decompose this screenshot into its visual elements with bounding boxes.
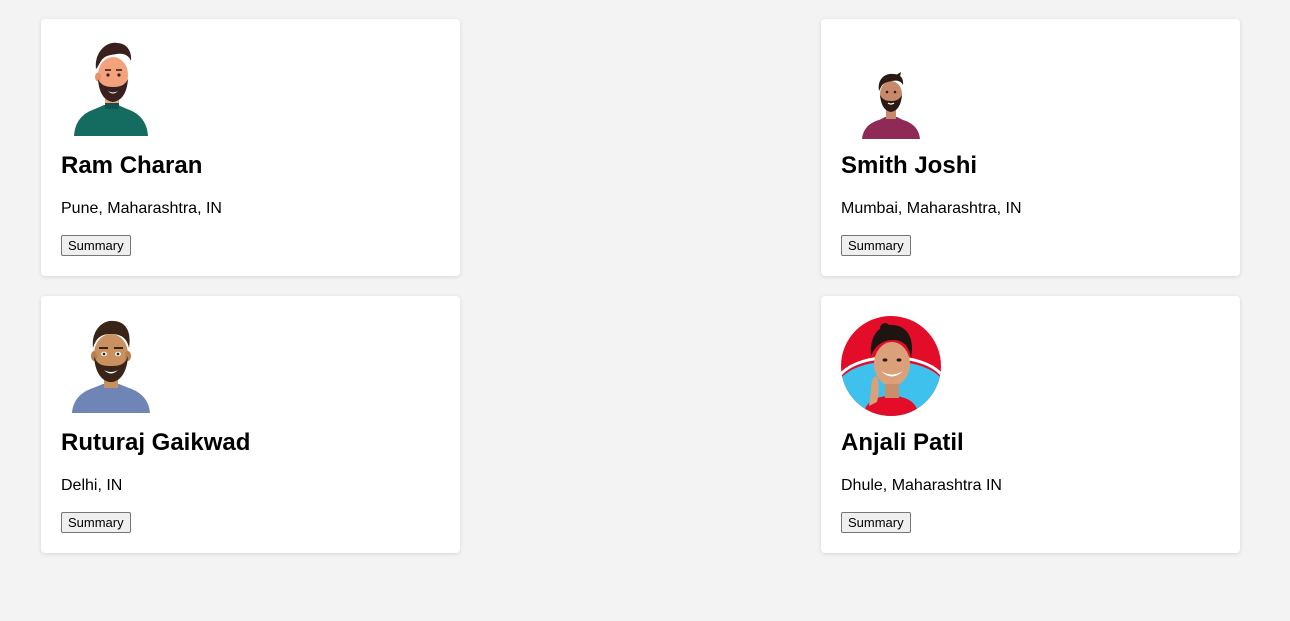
- summary-button[interactable]: Summary: [841, 512, 911, 533]
- profile-location: Pune, Maharashtra, IN: [61, 200, 222, 217]
- profile-card: Ruturaj Gaikwad Delhi, IN Summary: [41, 296, 460, 553]
- female-photo-avatar: [841, 316, 941, 416]
- profile-name: Smith Joshi: [841, 152, 978, 179]
- profile-name: Ram Charan: [61, 152, 203, 179]
- summary-button[interactable]: Summary: [841, 235, 911, 256]
- summary-button[interactable]: Summary: [61, 235, 131, 256]
- male-avatar-green-icon: [61, 39, 161, 139]
- profile-location: Mumbai, Maharashtra, IN: [841, 200, 1022, 217]
- male-avatar-blue-icon: [61, 316, 161, 416]
- male-avatar-purple-icon: [841, 39, 941, 139]
- profile-card: Ram Charan Pune, Maharashtra, IN Summary: [41, 19, 460, 276]
- profile-name: Ruturaj Gaikwad: [61, 429, 251, 456]
- profile-card: Smith Joshi Mumbai, Maharashtra, IN Summ…: [821, 19, 1240, 276]
- profile-grid: Ram Charan Pune, Maharashtra, IN Summary…: [0, 0, 1290, 621]
- profile-card: Anjali Patil Dhule, Maharashtra IN Summa…: [821, 296, 1240, 553]
- profile-location: Dhule, Maharashtra IN: [841, 477, 1002, 494]
- profile-location: Delhi, IN: [61, 477, 123, 494]
- summary-button[interactable]: Summary: [61, 512, 131, 533]
- profile-name: Anjali Patil: [841, 429, 964, 456]
